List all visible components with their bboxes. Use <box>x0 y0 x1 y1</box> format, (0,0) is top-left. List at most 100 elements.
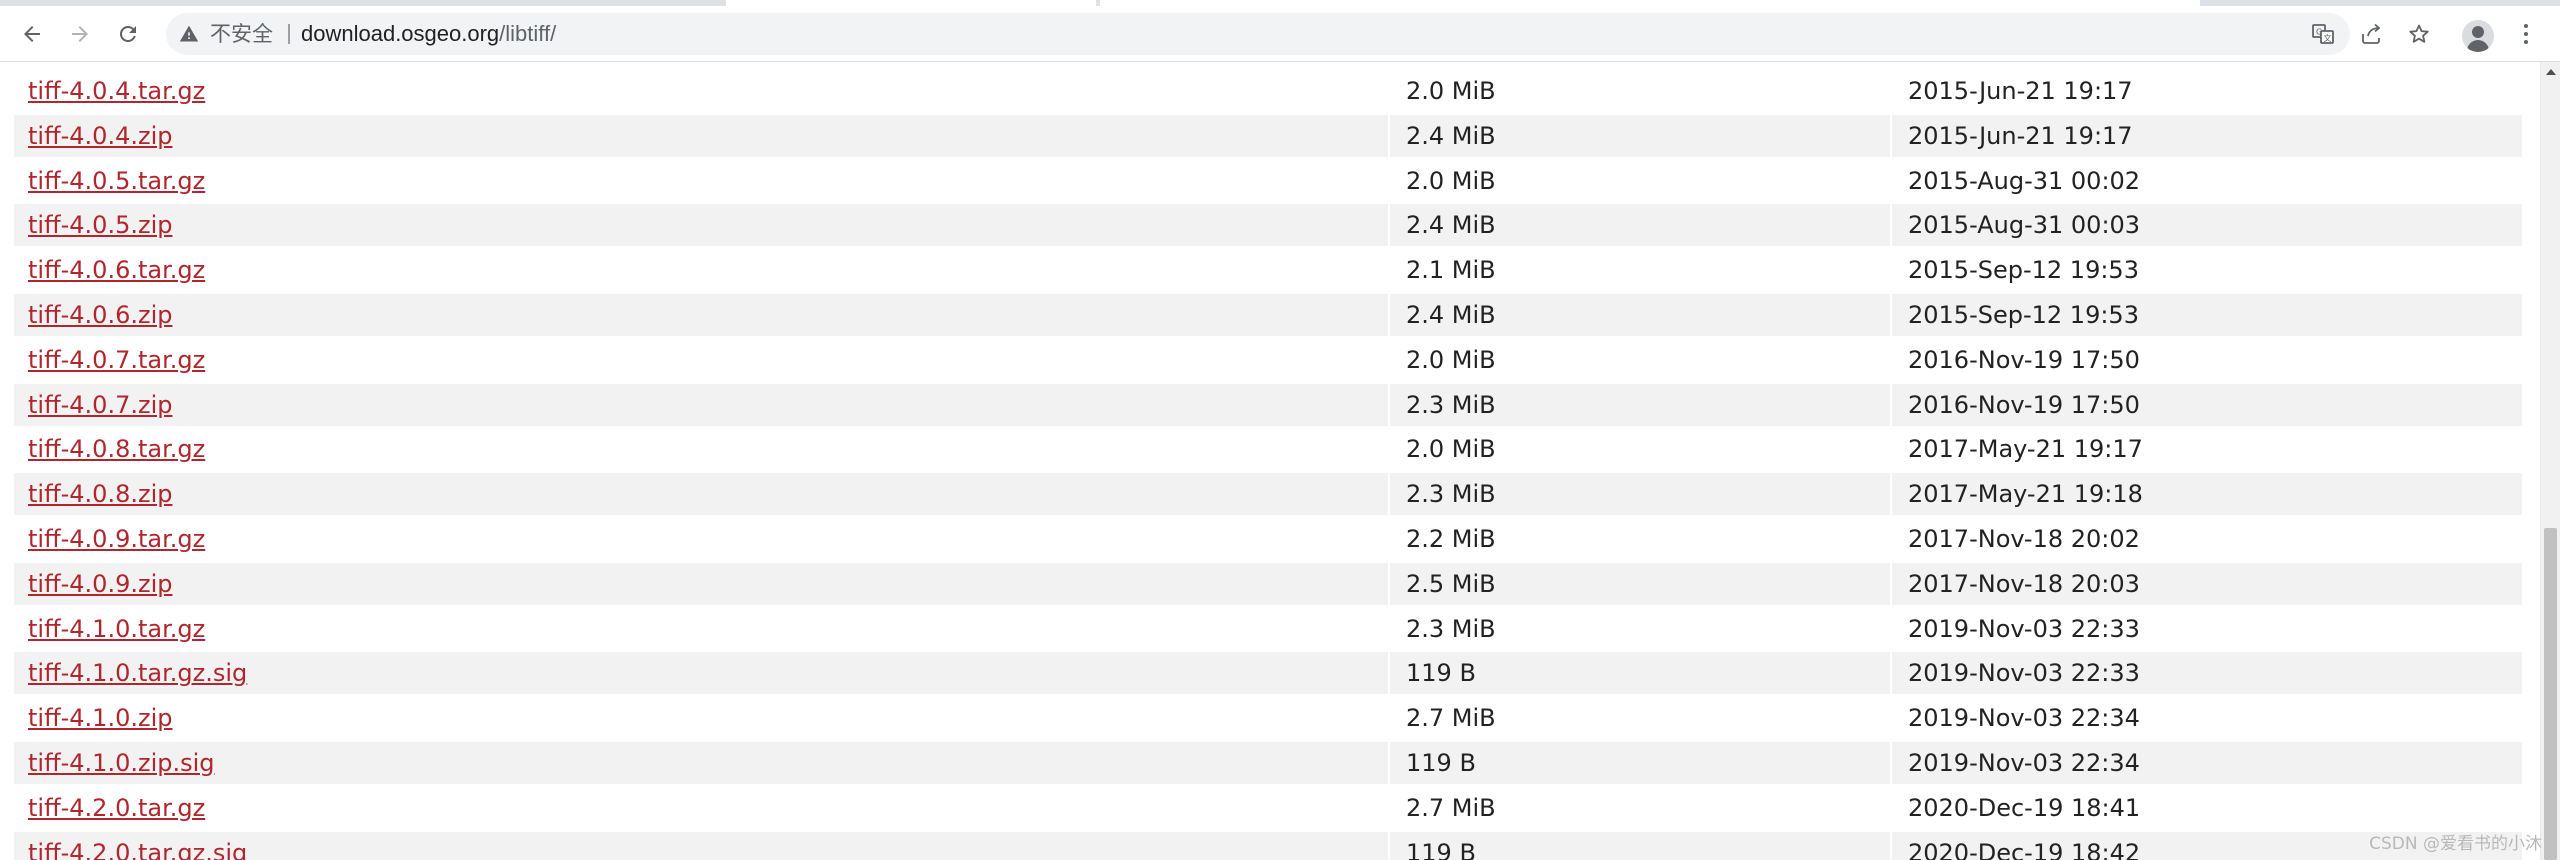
file-link[interactable]: tiff-4.0.9.zip <box>28 570 172 598</box>
file-name-cell: tiff-4.0.4.zip <box>28 115 172 157</box>
file-link[interactable]: tiff-4.1.0.tar.gz.sig <box>28 659 247 687</box>
scroll-up-icon[interactable] <box>2541 62 2560 82</box>
file-size-cell: 2.0 MiB <box>1406 435 1496 464</box>
profile-icon[interactable] <box>2462 20 2494 52</box>
table-row: tiff-4.2.0.tar.gz.sig 119 B 2020-Dec-19 18… <box>14 831 2522 860</box>
file-date-cell: 2020-Dec-19 18:41 <box>1908 793 2141 822</box>
file-size-cell: 2.5 MiB <box>1406 569 1496 598</box>
file-size-cell: 2.0 MiB <box>1406 166 1496 195</box>
table-row: tiff-4.2.0.tar.gz 2.7 MiB 2020-Dec-19 18:4… <box>14 787 2522 829</box>
menu-dot <box>2524 24 2528 28</box>
file-name-cell: tiff-4.0.7.tar.gz <box>28 339 205 381</box>
file-date-cell: 2019-Nov-03 22:33 <box>1908 659 2140 688</box>
file-date-cell: 2015-Jun-21 19:17 <box>1908 77 2133 105</box>
file-size-cell: 2.0 MiB <box>1406 345 1496 374</box>
file-size-cell: 2.4 MiB <box>1406 121 1496 150</box>
share-icon[interactable] <box>2358 21 2384 47</box>
file-link[interactable]: tiff-4.0.5.zip <box>28 211 172 239</box>
file-link[interactable]: tiff-4.0.7.tar.gz <box>28 346 205 374</box>
file-name-cell: tiff-4.0.5.zip <box>28 204 172 246</box>
file-name-cell: tiff-4.0.4.tar.gz <box>28 70 205 112</box>
file-link[interactable]: tiff-4.1.0.tar.gz <box>28 615 205 643</box>
table-row: tiff-4.0.5.tar.gz 2.0 MiB 2015-Aug-31 00:0… <box>14 160 2522 202</box>
file-link[interactable]: tiff-4.0.7.zip <box>28 391 172 419</box>
url-text[interactable]: download.osgeo.org/libtiff/ <box>301 13 556 55</box>
vertical-scrollbar[interactable] <box>2540 62 2560 860</box>
star-icon[interactable] <box>2406 21 2432 47</box>
file-link[interactable]: tiff-4.0.6.zip <box>28 301 172 329</box>
file-name-cell: tiff-4.0.8.tar.gz <box>28 428 205 470</box>
file-link[interactable]: tiff-4.0.6.tar.gz <box>28 256 205 284</box>
file-date-cell: 2016-Nov-19 17:50 <box>1908 390 2140 419</box>
watermark: CSDN @爱看书的小沐 <box>2369 834 2542 854</box>
table-row: tiff-4.0.8.zip 2.3 MiB 2017-May-21 19:18 <box>14 473 2522 516</box>
omnibox-separator <box>288 24 290 44</box>
profile-body <box>2467 40 2489 52</box>
file-link[interactable]: tiff-4.0.8.zip <box>28 480 172 508</box>
scrollbar-thumb[interactable] <box>2544 528 2557 860</box>
table-row: tiff-4.1.0.zip.sig 119 B 2019-Nov-03 22:34 <box>14 742 2522 784</box>
file-name-cell: tiff-4.1.0.tar.gz <box>28 608 205 650</box>
address-bar[interactable]: 不安全 download.osgeo.org/libtiff/ G文 <box>166 13 2429 55</box>
table-row: tiff-4.0.7.tar.gz 2.0 MiB 2016-Nov-19 17:5… <box>14 339 2522 381</box>
file-name-cell: tiff-4.0.6.tar.gz <box>28 249 205 291</box>
table-row: tiff-4.0.4.tar.gz 2.0 MiB 2015-Jun-21 19:1… <box>14 70 2522 112</box>
file-date-cell: 2015-Aug-31 00:03 <box>1908 211 2141 240</box>
file-size-cell: 2.2 MiB <box>1406 525 1496 553</box>
file-date-cell: 2015-Aug-31 00:02 <box>1908 166 2141 195</box>
file-link[interactable]: tiff-4.2.0.tar.gz.sig <box>28 839 247 860</box>
table-row: tiff-4.0.4.zip 2.4 MiB 2015-Jun-21 19:17 <box>14 114 2522 157</box>
file-link[interactable]: tiff-4.0.4.tar.gz <box>28 77 205 105</box>
column-divider <box>1890 62 1892 860</box>
file-date-cell: 2019-Nov-03 22:34 <box>1908 704 2140 733</box>
file-date-cell: 2015-Sep-12 19:53 <box>1908 301 2139 329</box>
file-size-cell: 2.3 MiB <box>1406 390 1496 419</box>
file-name-cell: tiff-4.0.9.zip <box>28 563 172 605</box>
file-link[interactable]: tiff-4.0.9.tar.gz <box>28 525 205 553</box>
back-arrow-icon[interactable] <box>12 14 52 54</box>
table-row: tiff-4.0.8.tar.gz 2.0 MiB 2017-May-21 19:1… <box>14 428 2522 470</box>
file-link[interactable]: tiff-4.0.5.tar.gz <box>28 167 205 195</box>
file-size-cell: 2.7 MiB <box>1406 704 1496 733</box>
file-date-cell: 2015-Sep-12 19:53 <box>1908 256 2139 285</box>
file-size-cell: 2.0 MiB <box>1406 77 1496 105</box>
file-size-cell: 2.4 MiB <box>1406 301 1496 329</box>
file-date-cell: 2019-Nov-03 22:33 <box>1908 614 2140 643</box>
file-link[interactable]: tiff-4.0.4.zip <box>28 122 172 150</box>
table-row: tiff-4.1.0.tar.gz 2.3 MiB 2019-Nov-03 22:3… <box>14 608 2522 650</box>
browser-toolbar: 不安全 download.osgeo.org/libtiff/ G文 <box>0 6 2560 62</box>
scroll-up-triangle <box>2545 69 2556 75</box>
file-size-cell: 119 B <box>1406 749 1476 777</box>
file-name-cell: tiff-4.0.8.zip <box>28 473 172 515</box>
file-date-cell: 2019-Nov-03 22:34 <box>1908 749 2140 777</box>
file-link[interactable]: tiff-4.1.0.zip.sig <box>28 749 215 777</box>
menu-dot <box>2524 40 2528 44</box>
file-link[interactable]: tiff-4.2.0.tar.gz <box>28 794 205 822</box>
menu-dot <box>2524 32 2528 36</box>
file-link[interactable]: tiff-4.0.8.tar.gz <box>28 435 205 463</box>
file-name-cell: tiff-4.1.0.tar.gz.sig <box>28 652 247 694</box>
translate-icon[interactable]: G文 <box>2310 21 2336 47</box>
file-date-cell: 2020-Dec-19 18:42 <box>1908 838 2141 860</box>
file-name-cell: tiff-4.0.5.tar.gz <box>28 160 205 202</box>
table-row: tiff-4.0.6.zip 2.4 MiB 2015-Sep-12 19:53 <box>14 294 2522 336</box>
forward-arrow-icon[interactable] <box>60 14 100 54</box>
file-link[interactable]: tiff-4.1.0.zip <box>28 704 172 732</box>
warning-icon[interactable] <box>178 23 200 45</box>
file-name-cell: tiff-4.0.9.tar.gz <box>28 518 205 560</box>
file-date-cell: 2017-Nov-18 20:03 <box>1908 569 2140 598</box>
kebab-menu-icon[interactable] <box>2512 14 2540 54</box>
file-name-cell: tiff-4.1.0.zip.sig <box>28 742 215 784</box>
reload-icon[interactable] <box>108 14 148 54</box>
table-row: tiff-4.0.6.tar.gz 2.1 MiB 2015-Sep-12 19:5… <box>14 249 2522 291</box>
file-name-cell: tiff-4.0.6.zip <box>28 294 172 336</box>
file-size-cell: 119 B <box>1406 838 1476 860</box>
url-host: download.osgeo.org <box>301 21 500 46</box>
file-date-cell: 2016-Nov-19 17:50 <box>1908 345 2140 374</box>
file-size-cell: 2.4 MiB <box>1406 211 1496 240</box>
file-name-cell: tiff-4.2.0.tar.gz.sig <box>28 832 247 860</box>
security-label[interactable]: 不安全 <box>210 13 273 55</box>
table-row: tiff-4.1.0.tar.gz.sig 119 B 2019-Nov-03 22… <box>14 652 2522 695</box>
file-name-cell: tiff-4.1.0.zip <box>28 697 172 739</box>
column-divider <box>1388 62 1390 860</box>
